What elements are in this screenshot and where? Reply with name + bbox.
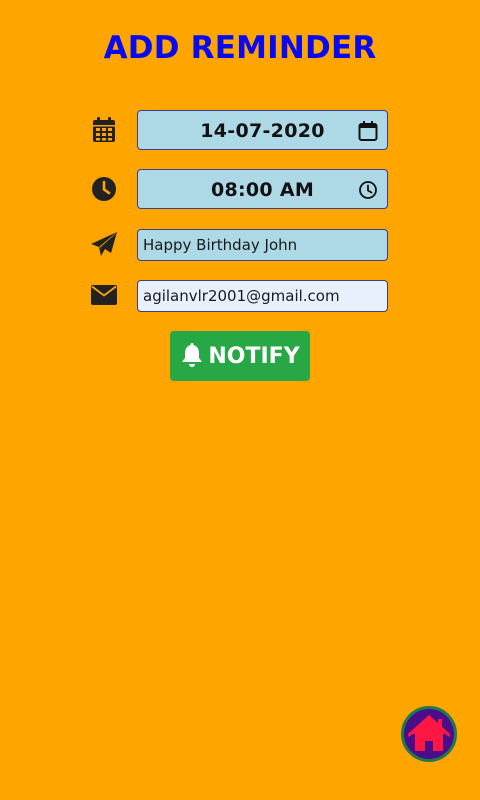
home-button[interactable]: [401, 706, 457, 762]
calendar-icon: [90, 116, 118, 144]
bell-icon: [180, 343, 204, 369]
email-row: agilanvlr2001@gmail.com: [0, 280, 480, 320]
time-value: 08:00 AM: [210, 179, 315, 201]
notify-button[interactable]: NOTIFY: [170, 331, 310, 381]
time-field[interactable]: 08:00 AM: [137, 169, 388, 209]
home-icon: [408, 715, 450, 753]
email-input[interactable]: agilanvlr2001@gmail.com: [137, 280, 388, 312]
calendar-outline-icon[interactable]: [357, 120, 379, 142]
time-row: 08:00 AM: [0, 169, 480, 209]
date-value: 14-07-2020: [200, 120, 325, 142]
clock-icon: [90, 175, 118, 203]
date-row: 14-07-2020: [0, 110, 480, 150]
clock-outline-icon[interactable]: [357, 179, 379, 201]
envelope-icon: [90, 281, 118, 309]
page-title: ADD REMINDER: [103, 30, 377, 66]
paper-plane-icon: [90, 230, 118, 258]
message-input[interactable]: Happy Birthday John: [137, 229, 388, 261]
date-field[interactable]: 14-07-2020: [137, 110, 388, 150]
message-row: Happy Birthday John: [0, 229, 480, 269]
notify-label: NOTIFY: [208, 343, 300, 369]
